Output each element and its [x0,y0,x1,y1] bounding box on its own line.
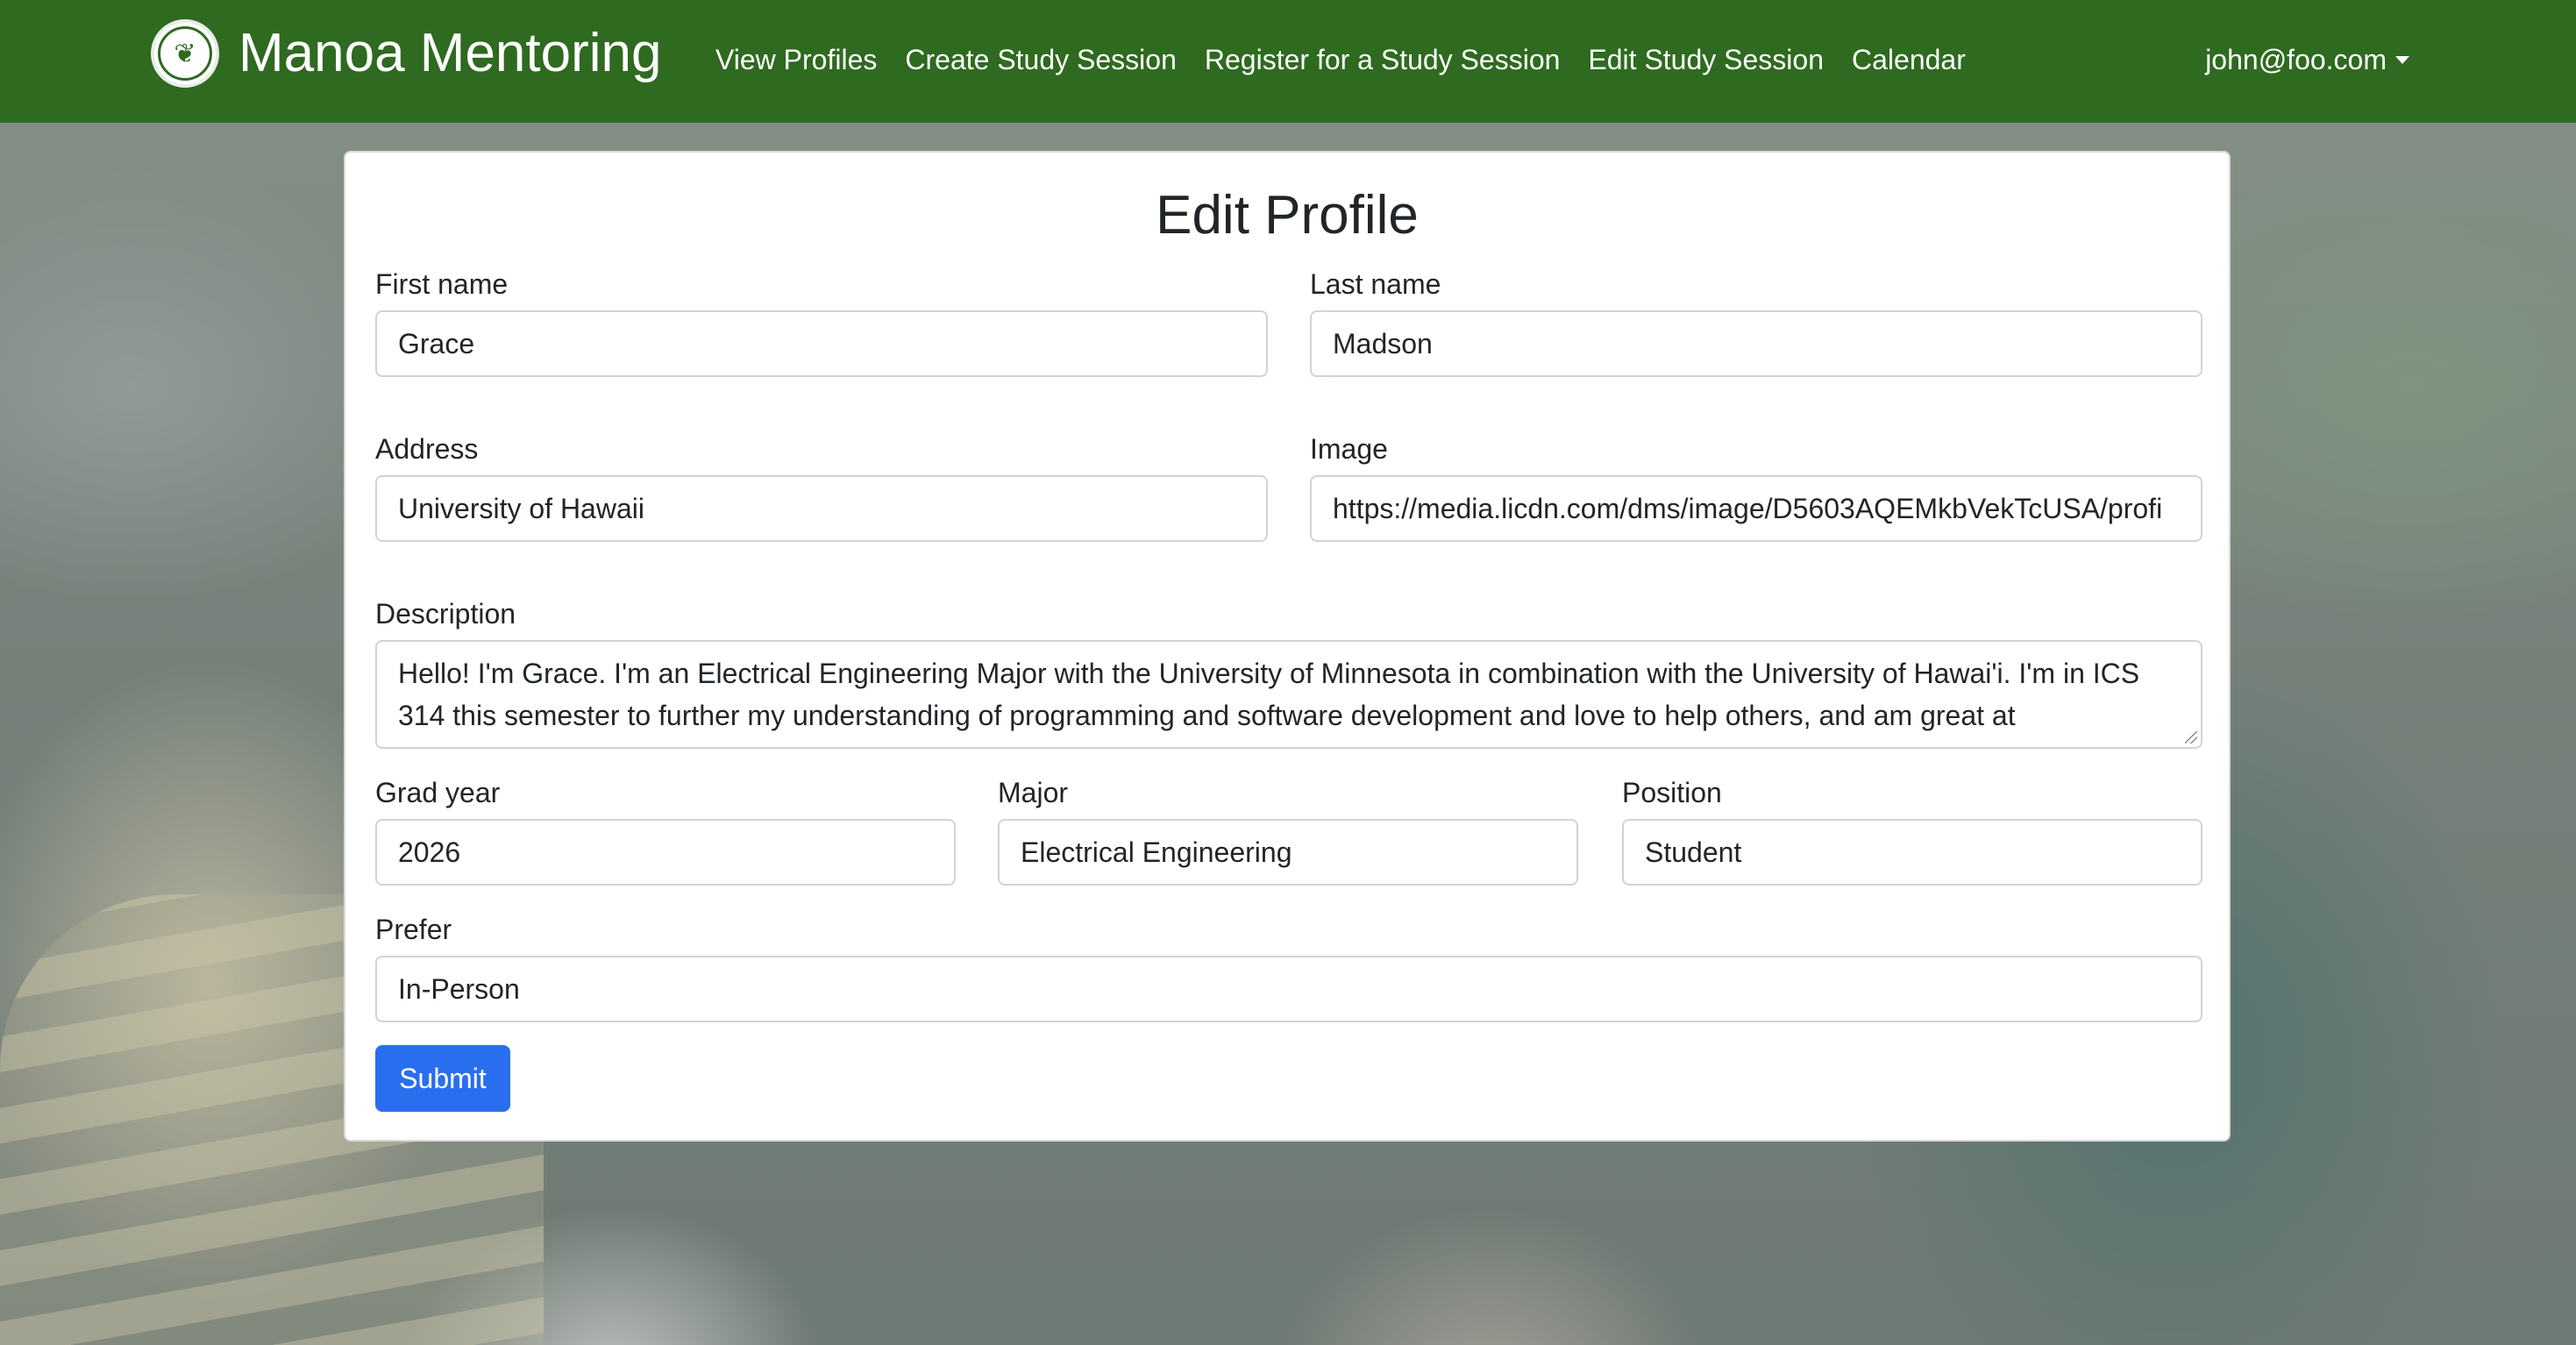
last-name-group: Last name Madson [1310,267,2202,377]
grad-year-group: Grad year 2026 [375,775,956,886]
brand[interactable]: ❦ Manoa Mentoring [151,19,662,88]
position-label: Position [1622,777,1722,808]
page-title: Edit Profile [1156,185,1419,246]
first-name-input[interactable]: Grace [375,310,1268,377]
image-group: Image https://media.licdn.com/dms/image/… [1310,431,2202,542]
grad-year-label: Grad year [375,777,501,808]
address-group: Address University of Hawaii [375,431,1268,542]
last-name-label: Last name [1310,268,1441,300]
position-group: Position Student [1622,775,2202,886]
major-input[interactable]: Electrical Engineering [998,819,1578,886]
caret-down-icon [2395,55,2409,64]
prefer-input[interactable]: In-Person [375,956,2202,1022]
nav-calendar[interactable]: Calendar [1852,40,1966,79]
grad-year-input[interactable]: 2026 [375,819,956,886]
nav-view-profiles[interactable]: View Profiles [715,40,877,79]
top-navbar: ❦ Manoa Mentoring View Profiles Create S… [0,0,2576,123]
user-dropdown[interactable]: john@foo.com [2205,40,2409,79]
submit-button[interactable]: Submit [375,1045,510,1112]
description-textarea[interactable]: Hello! I'm Grace. I'm an Electrical Engi… [375,640,2202,749]
first-name-label: First name [375,268,509,300]
prefer-label: Prefer [375,914,452,945]
address-input[interactable]: University of Hawaii [375,475,1268,542]
user-email: john@foo.com [2205,44,2387,75]
resize-handle-icon[interactable] [2185,731,2197,744]
major-group: Major Electrical Engineering [998,775,1578,886]
nav-links: View Profiles Create Study Session Regis… [715,40,1994,79]
position-input[interactable]: Student [1622,819,2202,886]
address-label: Address [375,433,479,465]
major-label: Major [998,777,1069,808]
description-text: Hello! I'm Grace. I'm an Electrical Engi… [398,658,2140,731]
nav-register-study-session[interactable]: Register for a Study Session [1205,40,1561,79]
first-name-group: First name Grace [375,267,1268,377]
nav-edit-study-session[interactable]: Edit Study Session [1588,40,1824,79]
description-group: Description Hello! I'm Grace. I'm an Ele… [375,596,2202,749]
edit-profile-card: Edit Profile First name Grace Last name … [344,151,2231,1142]
image-label: Image [1310,433,1388,465]
description-label: Description [375,598,516,630]
brand-title[interactable]: Manoa Mentoring [238,19,662,88]
image-url-input[interactable]: https://media.licdn.com/dms/image/D5603A… [1310,475,2202,542]
last-name-input[interactable]: Madson [1310,310,2202,377]
university-seal-icon: ❦ [151,19,219,88]
prefer-group: Prefer In-Person [375,912,2202,1022]
nav-create-study-session[interactable]: Create Study Session [905,40,1177,79]
